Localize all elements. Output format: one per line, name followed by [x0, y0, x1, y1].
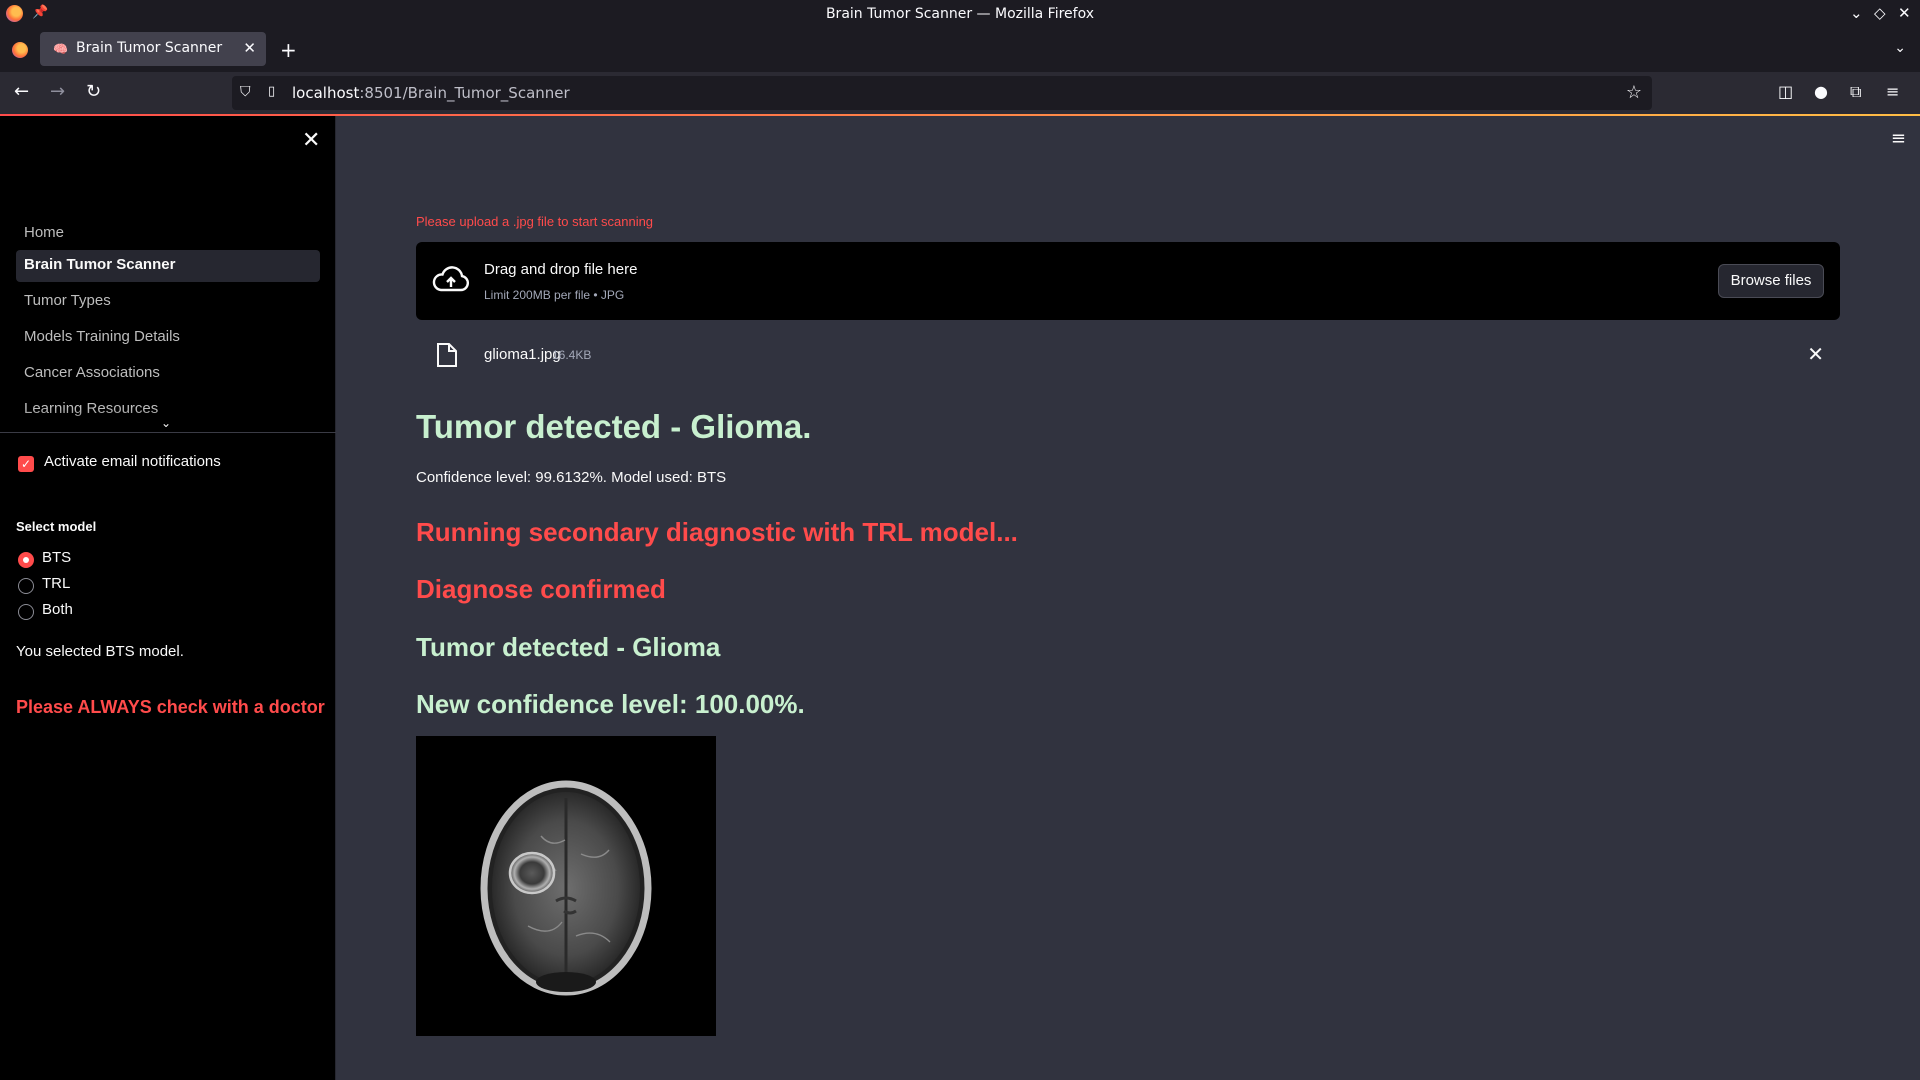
app-menu-icon[interactable]: ≡: [1886, 82, 1899, 101]
new-tab-icon[interactable]: +: [280, 38, 297, 62]
radio-bts[interactable]: [18, 552, 34, 568]
tab-brain-tumor-scanner[interactable]: 🧠 Brain Tumor Scanner ✕: [40, 32, 266, 66]
url-text[interactable]: localhost:8501/Brain_Tumor_Scanner: [292, 84, 570, 102]
page-info-icon[interactable]: ▯: [268, 84, 275, 99]
confidence-text: Confidence level: 99.6132%. Model used: …: [416, 469, 727, 486]
selected-model-info: You selected BTS model.: [16, 643, 184, 660]
minimize-icon[interactable]: ⌄: [1850, 4, 1863, 22]
brain-icon: 🧠: [53, 42, 68, 56]
radio-both[interactable]: [18, 604, 34, 620]
secondary-diagnostic-heading: Running secondary diagnostic with TRL mo…: [416, 517, 1018, 547]
main-menu-icon[interactable]: ≡: [1891, 128, 1906, 149]
maximize-icon[interactable]: ◇: [1874, 4, 1886, 22]
window-titlebar: 📌 Brain Tumor Scanner — Mozilla Firefox …: [0, 0, 1920, 28]
bookmark-star-icon[interactable]: ☆: [1626, 82, 1642, 103]
url-bar[interactable]: ⛉ ▯ localhost:8501/Brain_Tumor_Scanner ☆: [232, 76, 1652, 110]
radio-trl[interactable]: [18, 578, 34, 594]
tracking-protection-icon[interactable]: ⛉: [240, 84, 251, 100]
radio-trl-label[interactable]: TRL: [42, 575, 70, 592]
browse-files-button[interactable]: Browse files: [1718, 264, 1824, 298]
uploaded-file-size: 16.4KB: [552, 348, 592, 362]
doctor-warning: Please ALWAYS check with a doctor: [16, 697, 325, 717]
expand-nav-chevron-icon[interactable]: ⌄: [161, 416, 171, 430]
cloud-upload-icon: [432, 266, 470, 292]
mri-scan-image: [416, 736, 716, 1036]
reload-icon[interactable]: ↻: [86, 81, 101, 102]
sidebar-item-home[interactable]: Home: [16, 218, 320, 250]
uploaded-file-row: glioma1.jpg 16.4KB ✕: [416, 336, 1840, 376]
remove-file-icon[interactable]: ✕: [1807, 342, 1824, 366]
sidebar-item-models-training-details[interactable]: Models Training Details: [16, 322, 320, 354]
diagnose-confirmed-heading: Diagnose confirmed: [416, 574, 666, 604]
window-title: Brain Tumor Scanner — Mozilla Firefox: [825, 6, 1095, 22]
file-dropzone[interactable]: Drag and drop file here Limit 200MB per …: [416, 242, 1840, 320]
back-icon[interactable]: ←: [14, 81, 29, 102]
main-content: ≡ Please upload a .jpg file to start sca…: [336, 116, 1920, 1080]
dropzone-title: Drag and drop file here: [484, 261, 638, 278]
result-heading: Tumor detected - Glioma.: [416, 408, 812, 445]
tab-label: Brain Tumor Scanner: [76, 40, 223, 56]
radio-bts-label[interactable]: BTS: [42, 549, 71, 566]
firefox-view-icon[interactable]: [12, 42, 28, 58]
select-model-label: Select model: [16, 519, 97, 534]
email-notifications-checkbox[interactable]: ✓: [18, 456, 34, 472]
sidebar-item-tumor-types[interactable]: Tumor Types: [16, 286, 320, 318]
navigation-toolbar: ← → ↻ ⛉ ▯ localhost:8501/Brain_Tumor_Sca…: [0, 72, 1920, 114]
sidebar-item-brain-tumor-scanner[interactable]: Brain Tumor Scanner: [16, 250, 320, 282]
secondary-result-heading: Tumor detected - Glioma: [416, 632, 721, 662]
sidebar-item-cancer-associations[interactable]: Cancer Associations: [16, 358, 320, 390]
upload-label: Please upload a .jpg file to start scann…: [416, 214, 654, 229]
file-icon: [437, 343, 457, 367]
tab-strip: 🧠 Brain Tumor Scanner ✕ + ⌄: [0, 28, 1920, 72]
close-window-icon[interactable]: ✕: [1898, 4, 1911, 22]
new-confidence-heading: New confidence level: 100.00%.: [416, 689, 805, 719]
account-icon[interactable]: ●: [1814, 82, 1828, 101]
forward-icon[interactable]: →: [50, 81, 65, 102]
pocket-icon[interactable]: ◫: [1778, 82, 1793, 101]
sidebar: ✕ Home Brain Tumor Scanner Tumor Types M…: [0, 116, 336, 1080]
list-all-tabs-icon[interactable]: ⌄: [1894, 40, 1906, 56]
dropzone-limit: Limit 200MB per file • JPG: [484, 288, 625, 302]
uploaded-file-name: glioma1.jpg: [484, 346, 561, 363]
tab-close-icon[interactable]: ✕: [243, 39, 256, 57]
email-notifications-label[interactable]: Activate email notifications: [44, 453, 221, 470]
sidebar-divider: [0, 432, 336, 433]
extensions-icon[interactable]: ⧉: [1850, 82, 1861, 102]
sidebar-close-icon[interactable]: ✕: [302, 128, 320, 153]
radio-both-label[interactable]: Both: [42, 601, 73, 618]
